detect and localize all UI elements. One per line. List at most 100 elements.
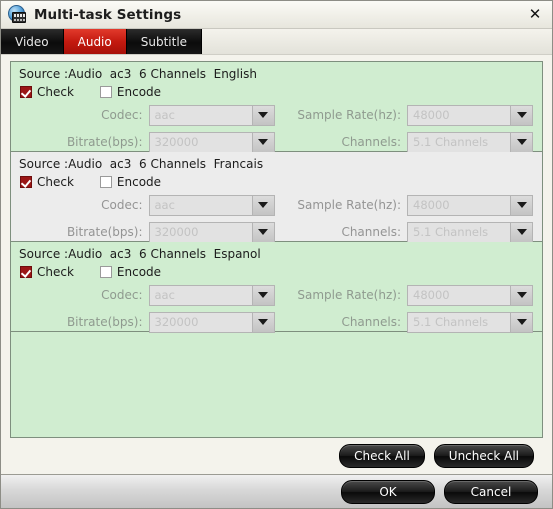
dialog-footer: OK Cancel (1, 474, 552, 508)
settings-fields: Codec: aac Bitrate(bps): 320000 Sample R… (18, 284, 535, 338)
bitrate-label: Bitrate(bps): (66, 315, 143, 329)
source-description: Source :Audio ac3 6 Channels Francais (19, 157, 264, 171)
sample-rate-value: 48000 (413, 198, 450, 212)
channels-select[interactable]: 5.1 Channels (407, 131, 533, 153)
audio-track-row: Source :Audio ac3 6 Channels Espanol Che… (11, 242, 542, 333)
ok-button[interactable]: OK (341, 479, 435, 504)
chevron-down-icon (510, 105, 532, 125)
check-checkbox-label: Check (37, 265, 74, 279)
checkbox-row: Check Encode (20, 84, 535, 100)
bitrate-select[interactable]: 320000 (148, 311, 275, 333)
cancel-button[interactable]: Cancel (444, 479, 538, 504)
check-checkbox-box (20, 176, 32, 188)
check-checkbox-box (20, 86, 32, 98)
channels-value: 5.1 Channels (413, 315, 489, 329)
bitrate-field-row: Bitrate(bps): 320000 (18, 131, 277, 153)
channels-select[interactable]: 5.1 Channels (407, 311, 533, 333)
channels-label: Channels: (341, 315, 401, 329)
encode-checkbox-label: Encode (116, 265, 162, 279)
encode-checkbox[interactable]: Encode (99, 175, 162, 189)
check-checkbox[interactable]: Check (20, 265, 74, 279)
encode-checkbox[interactable]: Encode (99, 85, 162, 99)
channels-field-row: Channels: 5.1 Channels (277, 131, 536, 153)
source-description: Source :Audio ac3 6 Channels Espanol (19, 247, 261, 261)
sample-rate-label: Sample Rate(hz): (297, 288, 401, 302)
codec-select[interactable]: aac (148, 284, 275, 306)
bitrate-field-row: Bitrate(bps): 320000 (18, 311, 277, 333)
sample-rate-select[interactable]: 48000 (407, 194, 533, 216)
multi-task-settings-window: Multi-task Settings ✕ Video Audio Subtit… (0, 0, 553, 509)
sample-rate-field-row: Sample Rate(hz): 48000 (277, 194, 536, 216)
codec-field-row: Codec: aac (18, 104, 277, 126)
page-title: Multi-task Settings (34, 6, 182, 23)
source-description: Source :Audio ac3 6 Channels English (19, 67, 257, 81)
check-checkbox-box (20, 266, 32, 278)
tab-subtitle[interactable]: Subtitle (127, 29, 203, 54)
audio-track-row: Source :Audio ac3 6 Channels English Che… (11, 62, 542, 153)
channels-value: 5.1 Channels (413, 225, 489, 239)
bitrate-label: Bitrate(bps): (66, 135, 143, 149)
codec-value: aac (154, 108, 175, 122)
chevron-down-icon (251, 132, 274, 152)
right-field-column: Sample Rate(hz): 48000 Channels: 5.1 Cha… (277, 284, 536, 338)
sample-rate-select[interactable]: 48000 (407, 104, 533, 126)
channels-field-row: Channels: 5.1 Channels (277, 311, 536, 333)
bitrate-select[interactable]: 320000 (148, 221, 275, 243)
chevron-down-icon (251, 105, 274, 125)
check-all-button[interactable]: Check All (339, 444, 425, 468)
bitrate-field-row: Bitrate(bps): 320000 (18, 221, 277, 243)
audio-track-row: Source :Audio ac3 6 Channels Francais Ch… (11, 152, 542, 243)
chevron-down-icon (510, 132, 532, 152)
channels-value: 5.1 Channels (413, 135, 489, 149)
main-content: Source :Audio ac3 6 Channels English Che… (1, 55, 552, 474)
left-field-column: Codec: aac Bitrate(bps): 320000 (18, 194, 277, 248)
codec-label: Codec: (101, 288, 143, 302)
uncheck-all-button[interactable]: Uncheck All (433, 444, 534, 468)
sample-rate-value: 48000 (413, 108, 450, 122)
codec-select[interactable]: aac (148, 104, 275, 126)
settings-fields: Codec: aac Bitrate(bps): 320000 Sample R… (18, 194, 535, 248)
chevron-down-icon (510, 222, 532, 242)
encode-checkbox-box (99, 86, 112, 98)
channels-label: Channels: (341, 225, 401, 239)
chevron-down-icon (510, 195, 532, 215)
bitrate-label: Bitrate(bps): (66, 225, 143, 239)
codec-select[interactable]: aac (148, 194, 275, 216)
tab-audio[interactable]: Audio (63, 29, 127, 54)
codec-field-row: Codec: aac (18, 194, 277, 216)
close-icon[interactable]: ✕ (526, 6, 544, 24)
bitrate-value: 320000 (154, 225, 199, 239)
tab-bar: Video Audio Subtitle (1, 29, 552, 55)
right-field-column: Sample Rate(hz): 48000 Channels: 5.1 Cha… (277, 194, 536, 248)
check-checkbox[interactable]: Check (20, 175, 74, 189)
settings-fields: Codec: aac Bitrate(bps): 320000 Sample R… (18, 104, 535, 158)
left-field-column: Codec: aac Bitrate(bps): 320000 (18, 284, 277, 338)
tab-video[interactable]: Video (1, 29, 64, 54)
check-all-toolbar: Check All Uncheck All (10, 438, 543, 474)
codec-value: aac (154, 198, 175, 212)
encode-checkbox-label: Encode (116, 175, 162, 189)
sample-rate-field-row: Sample Rate(hz): 48000 (277, 104, 536, 126)
bitrate-value: 320000 (154, 315, 199, 329)
bitrate-value: 320000 (154, 135, 199, 149)
sample-rate-select[interactable]: 48000 (407, 284, 533, 306)
chevron-down-icon (510, 312, 532, 332)
disc-film-icon (8, 5, 27, 24)
bitrate-select[interactable]: 320000 (148, 131, 275, 153)
tab-bar-filler (202, 29, 552, 54)
check-checkbox[interactable]: Check (20, 85, 74, 99)
audio-track-list: Source :Audio ac3 6 Channels English Che… (10, 61, 543, 438)
title-bar: Multi-task Settings ✕ (1, 1, 552, 29)
check-checkbox-label: Check (37, 85, 74, 99)
codec-label: Codec: (101, 108, 143, 122)
channels-field-row: Channels: 5.1 Channels (277, 221, 536, 243)
channels-label: Channels: (341, 135, 401, 149)
chevron-down-icon (251, 285, 274, 305)
chevron-down-icon (510, 285, 532, 305)
encode-checkbox[interactable]: Encode (99, 265, 162, 279)
encode-checkbox-label: Encode (116, 85, 162, 99)
check-checkbox-label: Check (37, 175, 74, 189)
checkbox-row: Check Encode (20, 264, 535, 280)
channels-select[interactable]: 5.1 Channels (407, 221, 533, 243)
encode-checkbox-box (99, 266, 112, 278)
